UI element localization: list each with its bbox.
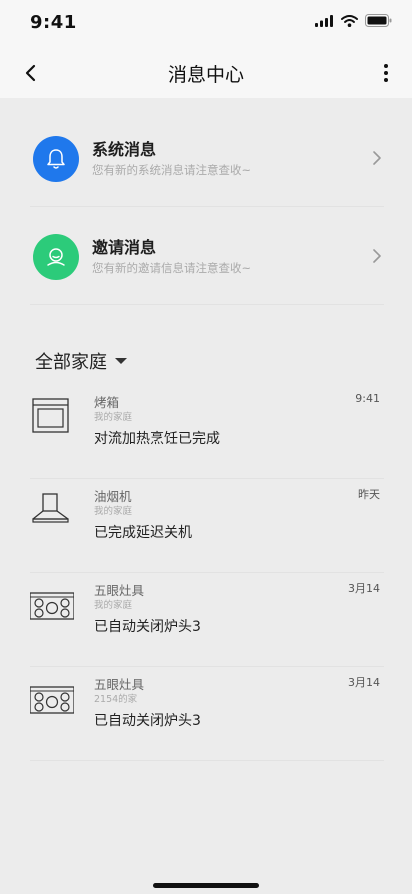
more-vertical-icon[interactable] xyxy=(382,62,390,84)
device-home: 我的家庭 xyxy=(94,412,133,423)
device-message-item[interactable]: 烤箱 我的家庭 对流加热烹饪已完成 9:41 xyxy=(30,384,384,479)
status-icons xyxy=(315,14,392,27)
invite-message-item[interactable]: 邀请消息 您有新的邀请信息请注意查收~ xyxy=(30,208,384,305)
device-message-item[interactable]: 五眼灶具 2154的家 已自动关闭炉头3 3月14 xyxy=(30,666,384,761)
chevron-right-icon xyxy=(373,151,381,165)
home-indicator[interactable] xyxy=(153,883,259,888)
message-title: 系统消息 xyxy=(92,140,157,159)
family-filter-label: 全部家庭 xyxy=(35,352,107,373)
wifi-icon xyxy=(341,14,358,27)
message-subtitle: 您有新的邀请信息请注意查收~ xyxy=(92,261,252,275)
main-content: 系统消息 您有新的系统消息请注意查收~ 邀请消息 您有新的邀请信息请注意查收~ … xyxy=(0,98,412,894)
device-time: 3月14 xyxy=(348,582,380,595)
device-home: 我的家庭 xyxy=(94,600,133,611)
message-title: 邀请消息 xyxy=(92,238,157,257)
status-time: 9:41 xyxy=(30,12,77,33)
device-message: 已完成延迟关机 xyxy=(94,525,192,541)
device-message-item[interactable]: 五眼灶具 我的家庭 已自动关闭炉头3 3月14 xyxy=(30,572,384,667)
device-home: 我的家庭 xyxy=(94,506,133,517)
device-message: 已自动关闭炉头3 xyxy=(94,713,201,729)
signal-icon xyxy=(315,14,333,27)
range-hood-icon xyxy=(32,493,69,523)
device-time: 3月14 xyxy=(348,676,380,689)
device-time: 昨天 xyxy=(358,488,380,501)
device-time: 9:41 xyxy=(355,392,380,405)
message-subtitle: 您有新的系统消息请注意查收~ xyxy=(92,163,252,177)
family-filter-dropdown[interactable]: 全部家庭 xyxy=(35,348,127,374)
device-home: 2154的家 xyxy=(94,694,138,705)
chevron-right-icon xyxy=(373,249,381,263)
page-title: 消息中心 xyxy=(167,64,244,86)
oven-icon xyxy=(32,398,69,433)
stove-icon xyxy=(30,592,74,620)
device-message-item[interactable]: 油烟机 我的家庭 已完成延迟关机 昨天 xyxy=(30,478,384,573)
system-message-item[interactable]: 系统消息 您有新的系统消息请注意查收~ xyxy=(30,110,384,207)
device-message: 对流加热烹饪已完成 xyxy=(94,431,220,447)
stove-icon xyxy=(30,686,74,714)
caret-down-icon xyxy=(115,358,127,364)
device-message: 已自动关闭炉头3 xyxy=(94,619,201,635)
battery-icon xyxy=(365,14,392,27)
bell-icon xyxy=(33,136,79,182)
user-icon xyxy=(33,234,79,280)
nav-bar: 消息中心 xyxy=(0,48,412,98)
status-bar: 9:41 xyxy=(0,0,412,48)
